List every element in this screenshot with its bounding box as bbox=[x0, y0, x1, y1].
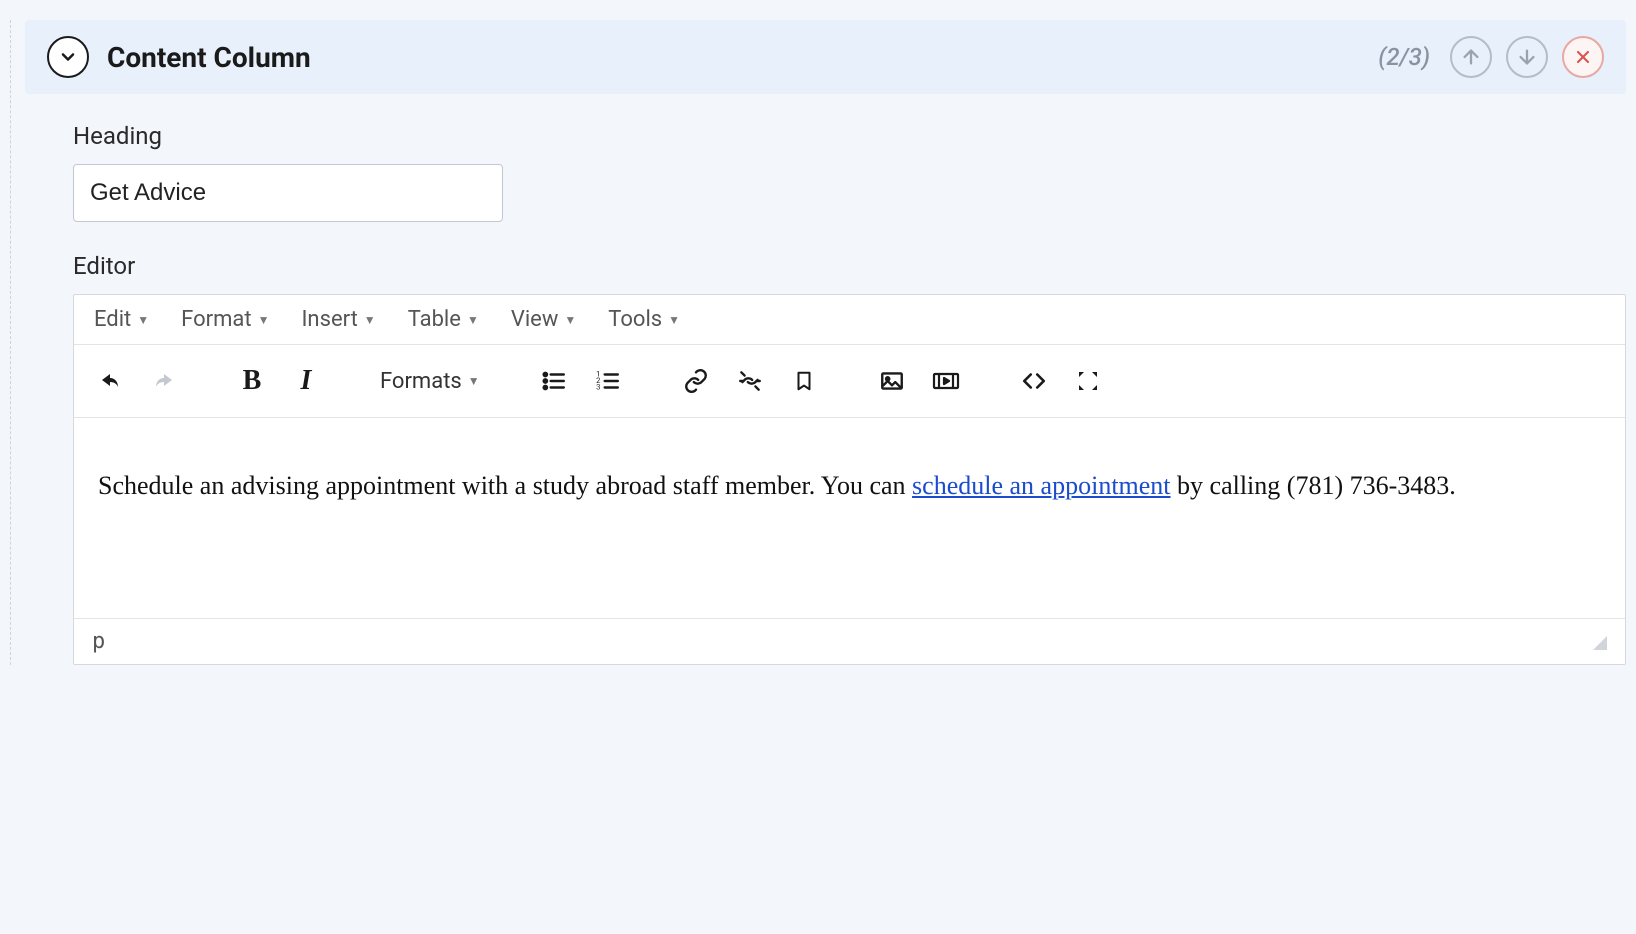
panel-title: Content Column bbox=[107, 41, 311, 74]
arrow-up-icon bbox=[1460, 46, 1482, 68]
code-icon bbox=[1021, 368, 1047, 394]
move-down-button[interactable] bbox=[1506, 36, 1548, 78]
caret-down-icon: ▼ bbox=[467, 313, 479, 327]
unlink-icon bbox=[737, 368, 763, 394]
close-icon bbox=[1573, 47, 1593, 67]
schedule-appointment-link[interactable]: schedule an appointment bbox=[912, 471, 1170, 500]
delete-button[interactable] bbox=[1562, 36, 1604, 78]
insert-image-button[interactable] bbox=[870, 359, 914, 403]
heading-label: Heading bbox=[73, 122, 1626, 150]
menu-insert[interactable]: Insert ▼ bbox=[301, 307, 375, 332]
rich-text-editor: Edit ▼ Format ▼ Insert ▼ Table ▼ View ▼ Tools… bbox=[73, 294, 1626, 665]
numbered-list-button[interactable]: 123 bbox=[586, 359, 630, 403]
menu-table[interactable]: Table ▼ bbox=[408, 307, 479, 332]
formats-dropdown[interactable]: Formats ▼ bbox=[372, 359, 488, 403]
menu-edit[interactable]: Edit ▼ bbox=[94, 307, 149, 332]
redo-icon bbox=[152, 369, 176, 393]
italic-button[interactable]: I bbox=[284, 359, 328, 403]
svg-text:3: 3 bbox=[596, 383, 600, 392]
bullet-list-button[interactable] bbox=[532, 359, 576, 403]
numbered-list-icon: 123 bbox=[595, 368, 621, 394]
editor-menubar: Edit ▼ Format ▼ Insert ▼ Table ▼ View ▼ Tools… bbox=[74, 295, 1625, 345]
caret-down-icon: ▼ bbox=[564, 313, 576, 327]
collapse-toggle-button[interactable] bbox=[47, 36, 89, 78]
bold-button[interactable]: B bbox=[230, 359, 274, 403]
caret-down-icon: ▼ bbox=[258, 313, 270, 327]
chevron-down-icon bbox=[58, 47, 78, 67]
insert-link-button[interactable] bbox=[674, 359, 718, 403]
menu-tools-label: Tools bbox=[608, 307, 662, 332]
editor-field-label-block: Editor bbox=[25, 252, 1626, 280]
bullet-list-icon bbox=[541, 368, 567, 394]
status-path[interactable]: p bbox=[92, 629, 105, 654]
caret-down-icon: ▼ bbox=[137, 313, 149, 327]
fullscreen-button[interactable] bbox=[1066, 359, 1110, 403]
content-text-suffix: by calling (781) 736-3483. bbox=[1171, 471, 1456, 500]
video-icon bbox=[932, 368, 960, 394]
redo-button[interactable] bbox=[142, 359, 186, 403]
editor-toolbar: B I Formats ▼ 123 bbox=[74, 345, 1625, 418]
menu-view[interactable]: View ▼ bbox=[511, 307, 576, 332]
menu-edit-label: Edit bbox=[94, 307, 131, 332]
caret-down-icon: ▼ bbox=[468, 374, 480, 388]
editor-statusbar: p bbox=[74, 618, 1625, 664]
bookmark-icon bbox=[793, 368, 815, 394]
menu-view-label: View bbox=[511, 307, 559, 332]
fullscreen-icon bbox=[1076, 369, 1100, 393]
caret-down-icon: ▼ bbox=[364, 313, 376, 327]
menu-format-label: Format bbox=[181, 307, 251, 332]
panel-header-left: Content Column bbox=[47, 36, 311, 78]
insert-media-button[interactable] bbox=[924, 359, 968, 403]
link-icon bbox=[683, 368, 709, 394]
caret-down-icon: ▼ bbox=[668, 313, 680, 327]
source-code-button[interactable] bbox=[1012, 359, 1056, 403]
undo-button[interactable] bbox=[88, 359, 132, 403]
image-icon bbox=[879, 368, 905, 394]
arrow-down-icon bbox=[1516, 46, 1538, 68]
editor-content-area[interactable]: Schedule an advising appointment with a … bbox=[74, 418, 1625, 618]
editor-label: Editor bbox=[73, 252, 1626, 280]
anchor-button[interactable] bbox=[782, 359, 826, 403]
editor-paragraph: Schedule an advising appointment with a … bbox=[98, 464, 1601, 508]
resize-grip[interactable] bbox=[1591, 634, 1607, 650]
undo-icon bbox=[98, 369, 122, 393]
formats-label: Formats bbox=[380, 369, 462, 394]
remove-link-button[interactable] bbox=[728, 359, 772, 403]
menu-tools[interactable]: Tools ▼ bbox=[608, 307, 680, 332]
heading-field: Heading bbox=[25, 122, 1626, 222]
panel-header-right: (2/3) bbox=[1378, 36, 1604, 78]
heading-input[interactable] bbox=[73, 164, 503, 222]
panel-header: Content Column (2/3) bbox=[25, 20, 1626, 94]
menu-table-label: Table bbox=[408, 307, 461, 332]
panel-counter: (2/3) bbox=[1378, 43, 1430, 71]
move-up-button[interactable] bbox=[1450, 36, 1492, 78]
content-text-prefix: Schedule an advising appointment with a … bbox=[98, 471, 912, 500]
menu-format[interactable]: Format ▼ bbox=[181, 307, 269, 332]
menu-insert-label: Insert bbox=[301, 307, 357, 332]
